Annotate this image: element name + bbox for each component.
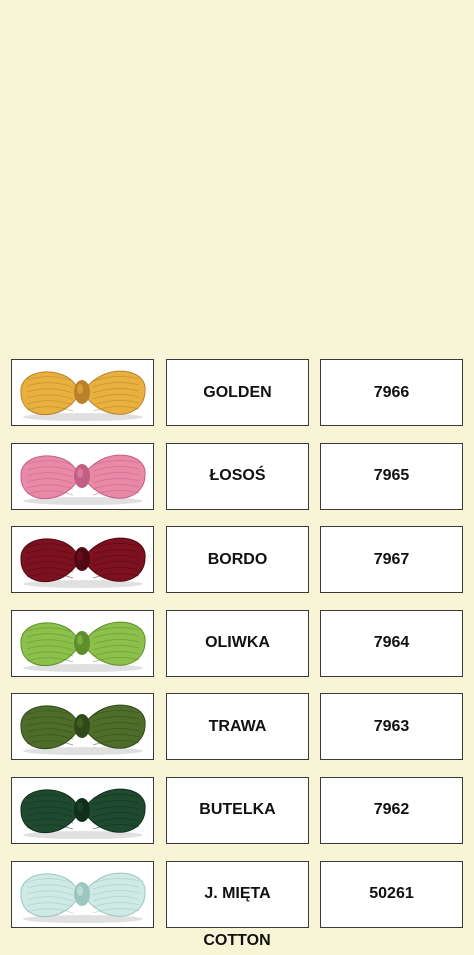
color-name: BORDO [166, 526, 309, 594]
yarn-skein-burgundy-icon [20, 537, 146, 589]
yarn-skein-bottle-icon [20, 788, 146, 839]
yarn-skein-salmon-icon [20, 454, 146, 505]
color-code: 50261 [320, 860, 463, 928]
color-code: 7966 [320, 359, 463, 426]
yarn-skein-golden-icon [20, 370, 146, 421]
color-name: ŁOSOŚ [166, 442, 309, 510]
list-item: TRAWA 7963 [11, 693, 463, 762]
list-item: OLIWKA 7964 [11, 609, 463, 679]
color-name: OLIWKA [166, 609, 309, 677]
list-item: BORDO 7967 [11, 526, 463, 595]
list-item: ŁOSOŚ 7965 [11, 442, 463, 512]
swatch-cell [11, 526, 154, 594]
color-code: 7963 [320, 693, 463, 761]
color-code: 7967 [320, 526, 463, 594]
list-item: GOLDEN 7966 [11, 359, 463, 428]
color-swatch-list: GOLDEN 7966 ŁOSOŚ 7965 BORDO 7967 OLIWKA… [11, 359, 463, 944]
swatch-cell [11, 776, 154, 844]
swatch-cell [11, 609, 154, 677]
yarn-skein-olive-icon [20, 621, 146, 672]
swatch-cell [11, 359, 154, 426]
color-code: 7965 [320, 442, 463, 510]
color-name: J. MIĘTA [166, 860, 309, 928]
swatch-cell [11, 442, 154, 510]
color-name: GOLDEN [166, 359, 309, 426]
list-item: BUTELKA 7962 [11, 776, 463, 846]
color-code: 7964 [320, 609, 463, 677]
color-name: TRAWA [166, 693, 309, 761]
swatch-cell [11, 860, 154, 928]
list-item: J. MIĘTA 50261 [11, 860, 463, 930]
color-code: 7962 [320, 776, 463, 844]
yarn-skein-grass-icon [20, 705, 146, 756]
yarn-skein-mint-icon [20, 872, 146, 923]
swatch-cell [11, 693, 154, 761]
material-label: COTTON [203, 932, 271, 949]
color-name: BUTELKA [166, 776, 309, 844]
